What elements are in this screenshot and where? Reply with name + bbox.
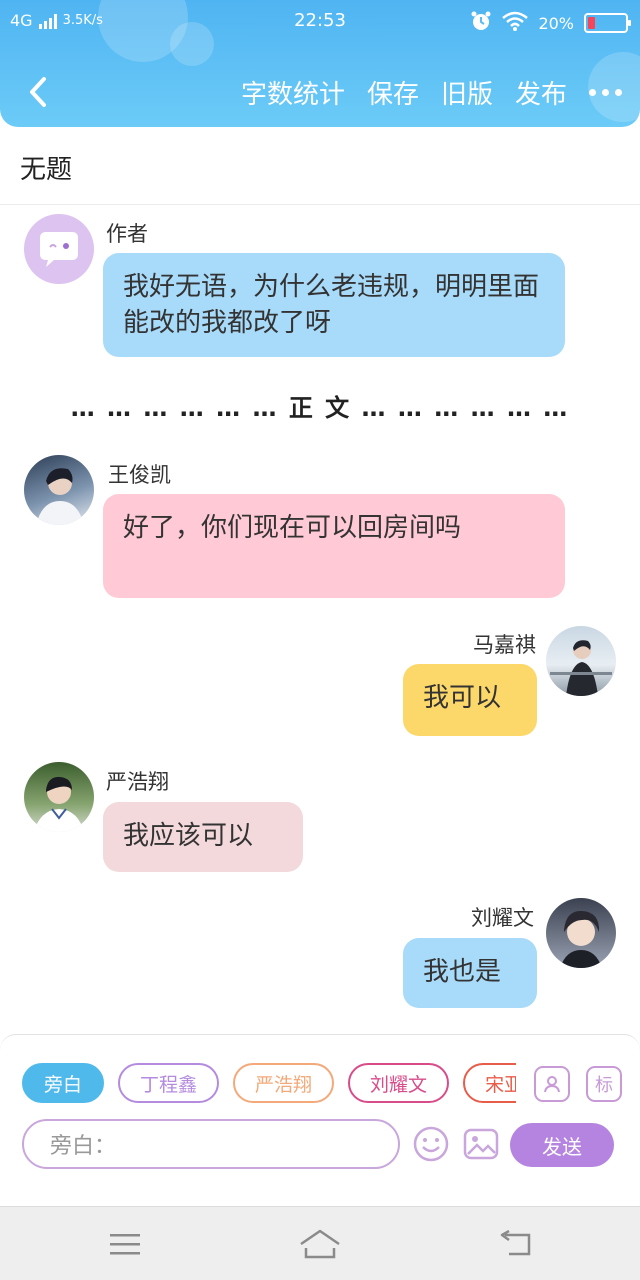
tag-icon[interactable]: 标 <box>586 1066 622 1102</box>
message-bubble-wang-junkai[interactable]: 好了，你们现在可以回房间吗 <box>103 494 565 598</box>
back-button[interactable] <box>18 72 58 112</box>
smiley-icon[interactable] <box>412 1125 450 1163</box>
sender-name-yan-haoxiang: 严浩翔 <box>106 770 169 794</box>
menu-icon[interactable] <box>105 1227 145 1261</box>
role-chip-narrator[interactable]: 旁白 <box>22 1063 105 1103</box>
message-input[interactable]: 旁白： <box>22 1119 400 1169</box>
message-input-placeholder: 旁白： <box>50 1134 117 1159</box>
screen: 4G 3.5K/s 22:53 20% 字数统计 保存 旧版 发布 无题 作者 … <box>0 0 640 1280</box>
message-bubble-yan-haoxiang[interactable]: 我应该可以 <box>103 802 303 872</box>
role-chip-song-yaxuan[interactable]: 宋亚轩 <box>463 1063 516 1103</box>
story-title-row[interactable]: 无题 <box>0 127 640 205</box>
profile-photo <box>560 910 602 968</box>
system-nav-bar <box>0 1206 640 1280</box>
image-icon[interactable] <box>462 1125 500 1163</box>
send-button[interactable]: 发送 <box>510 1123 614 1167</box>
tag-label: 标 <box>595 1075 613 1096</box>
body-divider: … … … … … … 正 文 … … … … … … <box>70 394 570 422</box>
avatar-liu-yaowen <box>546 898 616 968</box>
role-chip-yan-haoxiang[interactable]: 严浩翔 <box>233 1063 335 1103</box>
back-icon[interactable] <box>496 1227 536 1261</box>
profile-photo <box>34 776 84 832</box>
avatar-yan-haoxiang <box>24 762 94 832</box>
message-bubble-liu-yaowen[interactable]: 我也是 <box>403 938 537 1008</box>
sender-name-liu-yaowen: 刘耀文 <box>471 906 534 930</box>
header: 4G 3.5K/s 22:53 20% 字数统计 保存 旧版 发布 <box>0 0 640 127</box>
status-bar: 4G 3.5K/s 22:53 20% <box>0 0 640 42</box>
home-icon[interactable] <box>298 1227 342 1261</box>
old-version-button[interactable]: 旧版 <box>441 74 493 111</box>
battery-icon <box>584 13 631 33</box>
battery-percent: 20% <box>538 13 574 33</box>
sender-name-author: 作者 <box>106 222 148 246</box>
composer: 旁白 丁程鑫 严浩翔 刘耀文 宋亚轩 标 旁白： 发送 <box>0 1034 640 1170</box>
sender-name-ma-jiaqi: 马嘉祺 <box>473 633 536 657</box>
avatar-wang-junkai <box>24 455 94 525</box>
alarm-icon <box>470 10 492 36</box>
story-title: 无题 <box>20 155 73 185</box>
role-chip-ding-chengxin[interactable]: 丁程鑫 <box>118 1063 220 1103</box>
message-bubble-ma-jiaqi[interactable]: 我可以 <box>403 664 537 736</box>
profile-photo <box>550 640 612 696</box>
message-bubble-author[interactable]: 我好无语，为什么老违规，明明里面能改的我都改了呀 <box>103 253 565 357</box>
avatar-ma-jiaqi <box>546 626 616 696</box>
publish-button[interactable]: 发布 <box>515 74 567 111</box>
author-avatar <box>24 214 94 284</box>
chevron-left-icon <box>30 77 46 107</box>
role-chip-liu-yaowen[interactable]: 刘耀文 <box>348 1063 450 1103</box>
contact-card-icon[interactable] <box>534 1066 570 1102</box>
toolbar: 字数统计 保存 旧版 发布 <box>0 66 640 118</box>
save-button[interactable]: 保存 <box>367 74 419 111</box>
word-count-button[interactable]: 字数统计 <box>241 74 345 111</box>
profile-photo <box>36 468 84 525</box>
sender-name-wang-junkai: 王俊凯 <box>108 463 171 487</box>
role-chip-list[interactable]: 旁白 丁程鑫 严浩翔 刘耀文 宋亚轩 <box>22 1063 516 1105</box>
more-dots-icon[interactable] <box>589 78 622 108</box>
wifi-icon <box>502 11 529 35</box>
author-chat-icon <box>40 232 78 267</box>
